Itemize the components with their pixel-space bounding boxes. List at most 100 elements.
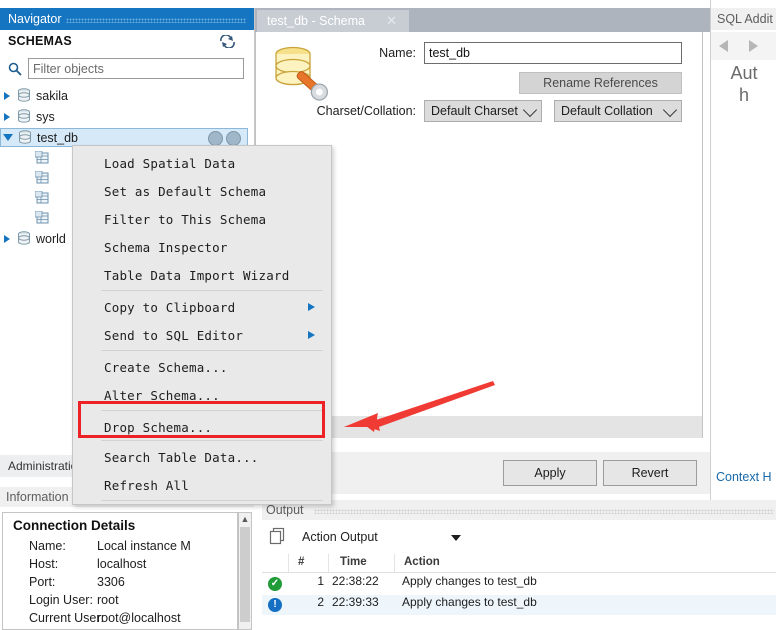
column-header-time: Time bbox=[340, 556, 367, 568]
menu-item-label: Create Schema... bbox=[104, 359, 228, 375]
menu-item-label: Drop Schema... bbox=[104, 419, 213, 435]
table-icon bbox=[32, 209, 52, 226]
info-key: Port: bbox=[29, 575, 56, 589]
schema-inspector-badge-icon[interactable] bbox=[208, 131, 223, 146]
help-line-2: h bbox=[738, 85, 749, 105]
menu-item-label: Filter to This Schema bbox=[104, 211, 267, 227]
twisty-sys[interactable] bbox=[0, 107, 14, 126]
apply-button[interactable]: Apply bbox=[503, 460, 597, 486]
menu-item-label: Search Table Data... bbox=[104, 449, 259, 465]
charset-select[interactable]: Default Charset bbox=[424, 100, 542, 122]
revert-button[interactable]: Revert bbox=[603, 460, 697, 486]
database-icon bbox=[14, 86, 34, 105]
tab-test-db-schema[interactable]: test_db - Schema ✕ bbox=[257, 10, 409, 32]
twisty-test-db[interactable] bbox=[1, 128, 15, 147]
menu-item-label: Copy to Clipboard bbox=[104, 299, 236, 315]
database-icon bbox=[15, 128, 35, 147]
copy-icon[interactable] bbox=[269, 527, 289, 547]
menu-item-create-schema[interactable]: Create Schema... bbox=[74, 352, 329, 382]
table-icon bbox=[32, 169, 52, 186]
nav-next-icon[interactable] bbox=[749, 40, 758, 52]
output-titlebar: Output bbox=[262, 500, 776, 520]
chevron-down-icon bbox=[451, 535, 461, 541]
info-row-current-user: Current User:root@localhost bbox=[29, 611, 181, 625]
scrollbar-thumb[interactable] bbox=[240, 527, 250, 622]
info-key: Login User: bbox=[29, 593, 93, 607]
menu-item-search-table-data[interactable]: Search Table Data... bbox=[74, 442, 329, 472]
menu-item-drop-schema[interactable]: Drop Schema... bbox=[74, 412, 329, 442]
output-table: # Time Action ✓ 1 22:38:22 Apply changes… bbox=[262, 554, 776, 630]
menu-item-load-spatial-data[interactable]: Load Spatial Data bbox=[74, 148, 329, 178]
schemas-label: SCHEMAS bbox=[8, 34, 72, 48]
menu-item-label: Load Spatial Data bbox=[104, 155, 236, 171]
info-key: Host: bbox=[29, 557, 59, 571]
output-row-time: 22:39:33 bbox=[332, 595, 379, 609]
output-toolbar: Action Output bbox=[262, 522, 776, 552]
output-type-value: Action Output bbox=[302, 530, 378, 544]
twisty-world[interactable] bbox=[0, 229, 14, 248]
close-icon[interactable]: ✕ bbox=[386, 13, 397, 29]
menu-separator bbox=[101, 500, 323, 501]
table-icon bbox=[32, 149, 52, 166]
info-value: 3306 bbox=[97, 575, 125, 589]
editor-tab-label: test_db - Schema bbox=[267, 14, 365, 28]
search-icon bbox=[8, 62, 24, 78]
status-info-icon: ! bbox=[268, 598, 282, 612]
tree-item-label: sys bbox=[36, 109, 55, 124]
chevron-down-icon bbox=[662, 102, 678, 118]
menu-separator bbox=[101, 290, 323, 291]
submenu-chevron-right-icon bbox=[308, 303, 315, 311]
tree-item-sakila[interactable]: sakila bbox=[0, 86, 254, 105]
connection-details-heading: Connection Details bbox=[13, 518, 136, 533]
rename-references-button[interactable]: Rename References bbox=[519, 72, 682, 94]
charset-collation-label: Charset/Collation: bbox=[316, 104, 416, 118]
menu-item-copy-to-clipboard[interactable]: Copy to Clipboard bbox=[74, 292, 329, 322]
name-label: Name: bbox=[379, 46, 416, 60]
output-row[interactable]: ✓ 1 22:38:22 Apply changes to test_db bbox=[262, 574, 776, 594]
collation-select[interactable]: Default Collation bbox=[554, 100, 682, 122]
information-body: Connection Details Name: Local instance M… bbox=[2, 512, 238, 630]
information-title: Information bbox=[6, 490, 69, 504]
menu-separator bbox=[101, 440, 323, 441]
tree-item-sys[interactable]: sys bbox=[0, 107, 254, 126]
info-value: root@localhost bbox=[97, 611, 181, 625]
info-row-port: Port: 3306 bbox=[29, 575, 125, 589]
menu-item-filter-to-this-schema[interactable]: Filter to This Schema bbox=[74, 204, 329, 234]
database-icon bbox=[14, 107, 34, 126]
refresh-icon[interactable] bbox=[218, 34, 236, 51]
schema-settings-badge-icon[interactable] bbox=[226, 131, 241, 146]
help-line-1: Aut bbox=[730, 63, 758, 83]
output-type-select[interactable]: Action Output bbox=[296, 525, 481, 549]
status-success-icon: ✓ bbox=[268, 577, 282, 591]
output-row[interactable]: ! 2 22:39:33 Apply changes to test_db bbox=[262, 595, 776, 615]
output-row-number: 1 bbox=[317, 574, 324, 588]
tree-item-label: world bbox=[36, 231, 66, 246]
column-header-number: # bbox=[298, 556, 305, 568]
twisty-sakila[interactable] bbox=[0, 86, 14, 105]
info-value: localhost bbox=[97, 557, 147, 571]
schema-context-menu: Load Spatial Data Set as Default Schema … bbox=[72, 145, 332, 505]
menu-item-send-to-sql-editor[interactable]: Send to SQL Editor bbox=[74, 320, 329, 350]
scroll-up-icon[interactable]: ▲ bbox=[239, 513, 251, 526]
row-action-badges[interactable] bbox=[208, 131, 241, 146]
output-table-header: # Time Action bbox=[262, 554, 776, 573]
filter-objects-input[interactable] bbox=[28, 58, 244, 79]
nav-prev-icon[interactable] bbox=[719, 40, 728, 52]
filter-row bbox=[0, 56, 254, 84]
menu-item-set-as-default-schema[interactable]: Set as Default Schema bbox=[74, 176, 329, 206]
menu-item-label: Alter Schema... bbox=[104, 387, 220, 403]
menu-item-alter-schema[interactable]: Alter Schema... bbox=[74, 380, 329, 410]
chevron-down-icon bbox=[522, 102, 538, 118]
information-scrollbar[interactable]: ▲ bbox=[238, 512, 252, 630]
output-panel: Output Action Output # Time Action ✓ 1 2… bbox=[262, 500, 776, 630]
menu-item-label: Send to SQL Editor bbox=[104, 327, 244, 343]
schema-name-input[interactable] bbox=[424, 42, 682, 64]
info-key: Current User: bbox=[29, 611, 105, 625]
red-annotation-arrow bbox=[344, 381, 495, 432]
menu-item-refresh-all[interactable]: Refresh All bbox=[74, 470, 329, 500]
menu-item-table-data-import-wizard[interactable]: Table Data Import Wizard bbox=[74, 260, 329, 290]
context-help-link[interactable]: Context H bbox=[716, 470, 772, 484]
info-value: Local instance M bbox=[97, 539, 191, 553]
menu-item-schema-inspector[interactable]: Schema Inspector bbox=[74, 232, 329, 262]
output-title: Output bbox=[266, 503, 304, 517]
